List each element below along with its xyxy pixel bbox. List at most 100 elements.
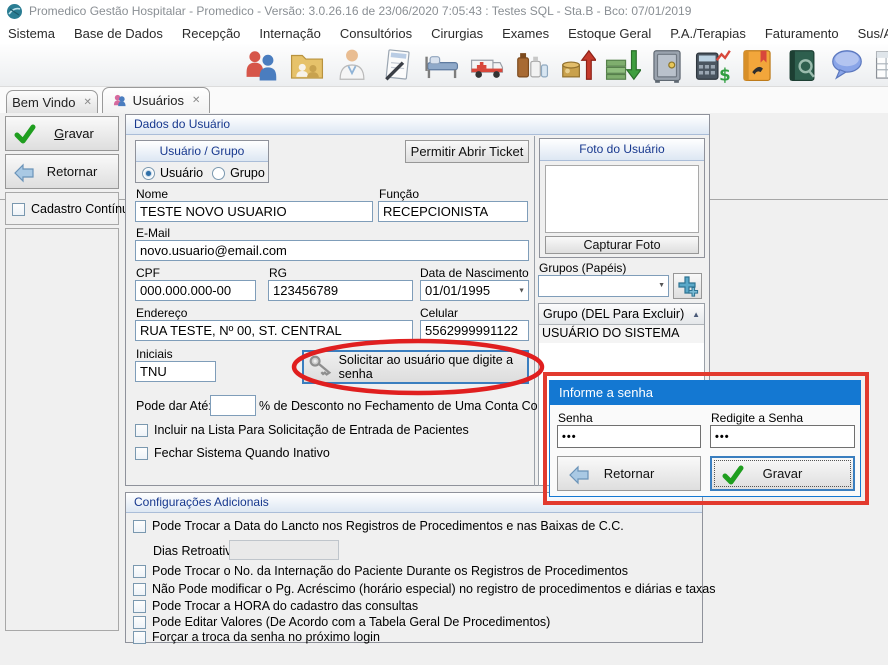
pharmacy-icon[interactable] [513,46,551,84]
menu-faturamento[interactable]: Faturamento [765,26,839,41]
group-row[interactable]: USUÁRIO DO SISTEMA [539,325,704,343]
chevron-down-icon[interactable]: ▼ [518,282,525,299]
senha-input[interactable] [557,425,701,448]
directory-users-icon[interactable] [288,46,326,84]
tab-usuarios[interactable]: Usuários ✕ [102,87,210,113]
capturar-foto-label: Capturar Foto [583,238,660,252]
solicitar-senha-label: Solicitar ao usuário que digite a senha [339,353,527,381]
cadastro-continuo-checkbox[interactable] [12,203,25,216]
forcar-troca-senha-label: Forçar a troca da senha no próximo login [152,630,380,644]
gravar-button[interactable]: Gravar [5,116,119,151]
title-bar: Promedico Gestão Hospitalar - Promedico … [0,0,888,22]
grupos-combo[interactable]: ▼ [538,275,669,297]
promedico-logo-icon [6,3,23,20]
tab-usuarios-close-icon[interactable]: ✕ [192,95,200,106]
popup-gravar-label: Gravar [763,466,803,481]
pode-editar-valores-checkbox[interactable] [133,616,146,629]
app-window: Promedico Gestão Hospitalar - Promedico … [0,0,888,665]
menu-base-de-dados[interactable]: Base de Dados [74,26,163,41]
photo-panel-header: Foto do Usuário [540,139,704,161]
rg-input[interactable] [268,280,413,301]
incluir-lista-checkbox[interactable] [135,424,148,437]
hospital-bed-icon[interactable] [423,46,461,84]
menu-bar: Sistema Base de Dados Recepção Internaçã… [0,22,888,44]
menu-consultorios[interactable]: Consultórios [340,26,412,41]
phone-book-icon[interactable] [738,46,776,84]
config-panel: Configurações Adicionais Pode Trocar a D… [125,492,703,643]
nascimento-combo[interactable]: 01/01/1995 ▼ [420,280,529,301]
report-grid-icon[interactable] [873,46,888,84]
popup-gravar-button[interactable]: Gravar [710,456,855,491]
email-label: E-Mail [136,226,170,240]
menu-recepcao[interactable]: Recepção [182,26,241,41]
celular-input[interactable] [420,320,529,341]
solicitar-senha-button[interactable]: Solicitar ao usuário que digite a senha [302,350,529,384]
menu-sus-ans[interactable]: Sus/Ans [858,26,888,41]
tab-bem-vindo-close-icon[interactable]: ✕ [83,97,91,108]
password-popup-title: Informe a senha [550,381,860,405]
radio-grupo-label: Grupo [230,166,265,180]
menu-sistema[interactable]: Sistema [8,26,55,41]
tab-bem-vindo[interactable]: Bem Vindo ✕ [6,90,98,113]
tab-bem-vindo-label: Bem Vindo [12,95,75,110]
retornar-button[interactable]: Retornar [5,154,119,189]
ambulance-icon[interactable] [468,46,506,84]
popup-retornar-button[interactable]: Retornar [557,456,701,491]
chat-icon[interactable] [828,46,866,84]
type-selector-header: Usuário / Grupo [136,141,268,162]
funcao-input[interactable] [378,201,528,222]
dias-retroativos-input[interactable] [229,540,339,560]
pode-trocar-hora-label: Pode Trocar a HORA do cadastro das consu… [152,599,418,613]
menu-internacao[interactable]: Internação [259,26,320,41]
add-plus-icon [677,275,699,297]
senha-label: Senha [558,411,593,425]
fechar-sistema-checkbox[interactable] [135,447,148,460]
nome-input[interactable] [135,201,373,222]
menu-cirurgias[interactable]: Cirurgias [431,26,483,41]
desconto-input[interactable] [210,395,256,416]
email-input[interactable] [135,240,529,261]
redigite-senha-input[interactable] [710,425,855,448]
cpf-input[interactable] [135,280,256,301]
forcar-troca-senha-checkbox[interactable] [133,631,146,644]
ledger-book-icon[interactable] [783,46,821,84]
gravar-button-label: Gravar [54,126,94,141]
pode-trocar-internacao-checkbox[interactable] [133,565,146,578]
redigite-senha-label: Redigite a Senha [711,411,803,425]
stock-in-icon[interactable] [558,46,596,84]
endereco-label: Endereço [136,306,187,320]
tab-usuarios-label: Usuários [133,93,184,108]
permitir-abrir-ticket-label: Permitir Abrir Ticket [411,144,524,159]
capturar-foto-button[interactable]: Capturar Foto [545,236,699,254]
desconto-prefix-label: Pode dar Até: [136,399,212,413]
cadastro-continuo-label: Cadastro Contínuo [31,202,136,216]
billing-calculator-icon[interactable]: $ [693,46,731,84]
fechar-sistema-label: Fechar Sistema Quando Inativo [154,446,330,460]
groups-list-header-label: Grupo (DEL Para Excluir) [543,307,692,321]
user-tab-icon [112,93,127,108]
radio-grupo[interactable] [212,167,225,180]
retornar-button-label: Retornar [47,164,98,179]
doctor-icon[interactable] [333,46,371,84]
user-form-header: Dados do Usuário [126,115,709,135]
menu-pa-terapias[interactable]: P.A./Terapias [670,26,746,41]
menu-exames[interactable]: Exames [502,26,549,41]
users-icon[interactable] [243,46,281,84]
stock-out-icon[interactable] [603,46,641,84]
groups-list-header[interactable]: Grupo (DEL Para Excluir) ▲ [539,304,704,325]
check-icon [14,123,36,145]
menu-estoque-geral[interactable]: Estoque Geral [568,26,651,41]
add-group-button[interactable] [673,273,702,299]
chevron-down-icon[interactable]: ▼ [658,277,665,295]
pode-trocar-hora-checkbox[interactable] [133,600,146,613]
pode-trocar-data-checkbox[interactable] [133,520,146,533]
prescription-icon[interactable] [378,46,416,84]
safe-icon[interactable] [648,46,686,84]
nao-pode-modificar-checkbox[interactable] [133,583,146,596]
permitir-abrir-ticket-button[interactable]: Permitir Abrir Ticket [405,140,529,163]
incluir-lista-label: Incluir na Lista Para Solicitação de Ent… [154,423,469,437]
radio-usuario[interactable] [142,167,155,180]
toolbar: $ [0,44,888,87]
iniciais-input[interactable] [135,361,216,382]
endereco-input[interactable] [135,320,413,341]
